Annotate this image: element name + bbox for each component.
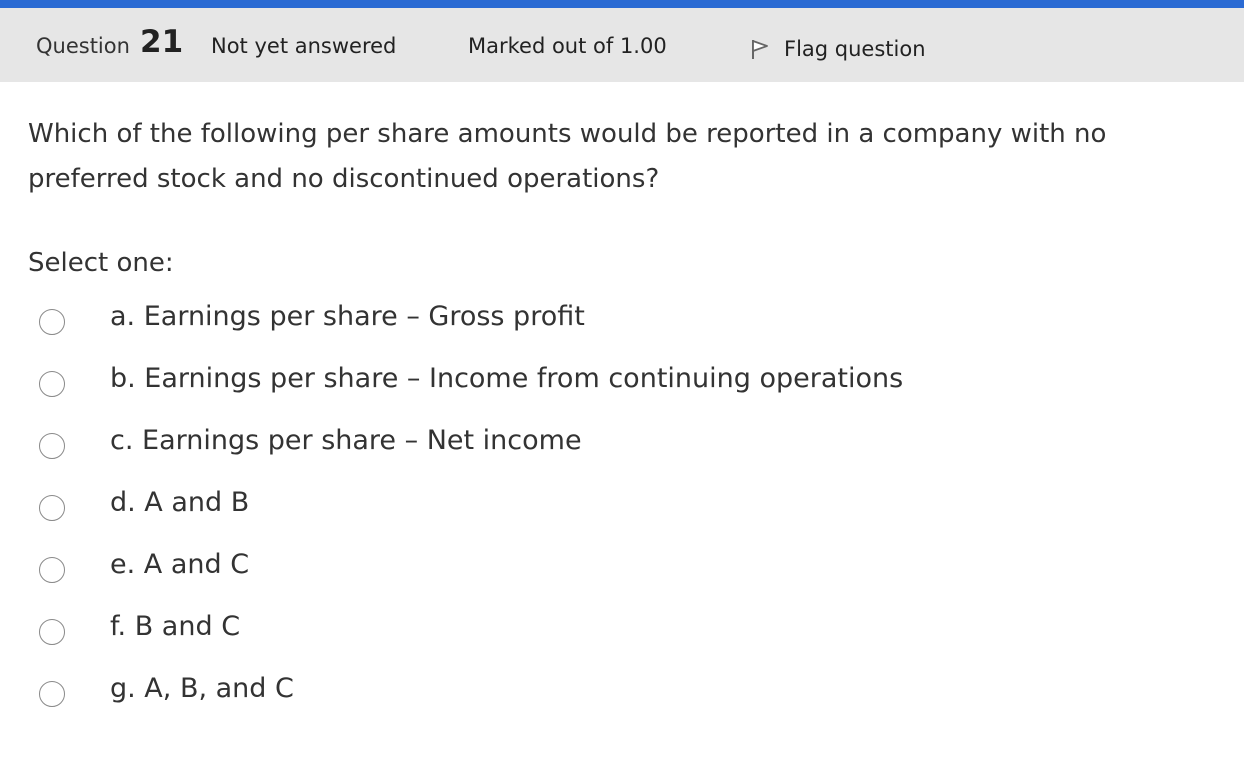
question-label: Question bbox=[36, 34, 130, 58]
answer-option-label[interactable]: b. Earnings per share – Income from cont… bbox=[110, 363, 903, 394]
answer-option-d[interactable]: d. A and B bbox=[0, 480, 1244, 542]
select-one-prompt: Select one: bbox=[28, 248, 174, 278]
answer-option-e[interactable]: e. A and C bbox=[0, 542, 1244, 604]
radio-button[interactable] bbox=[39, 371, 65, 397]
question-state: Not yet answered bbox=[211, 34, 397, 58]
question-number: 21 bbox=[140, 24, 184, 60]
answer-option-g[interactable]: g. A, B, and C bbox=[0, 666, 1244, 728]
answer-option-c[interactable]: c. Earnings per share – Net income bbox=[0, 418, 1244, 480]
answer-option-label[interactable]: g. A, B, and C bbox=[110, 673, 294, 704]
answer-option-label[interactable]: c. Earnings per share – Net income bbox=[110, 425, 582, 456]
question-text: Which of the following per share amounts… bbox=[28, 119, 1107, 194]
radio-button[interactable] bbox=[39, 495, 65, 521]
answer-list: a. Earnings per share – Gross profit b. … bbox=[0, 294, 1244, 728]
radio-button[interactable] bbox=[39, 433, 65, 459]
question-info-bar: Question 21 Not yet answered Marked out … bbox=[0, 8, 1244, 82]
radio-button[interactable] bbox=[39, 681, 65, 707]
answer-option-b[interactable]: b. Earnings per share – Income from cont… bbox=[0, 356, 1244, 418]
question-grade: Marked out of 1.00 bbox=[468, 34, 667, 58]
flag-question-label: Flag question bbox=[784, 37, 926, 61]
answer-option-label[interactable]: e. A and C bbox=[110, 549, 249, 580]
answer-option-label[interactable]: d. A and B bbox=[110, 487, 249, 518]
flag-question-button[interactable]: Flag question bbox=[748, 32, 926, 66]
radio-button[interactable] bbox=[39, 619, 65, 645]
answer-option-a[interactable]: a. Earnings per share – Gross profit bbox=[0, 294, 1244, 356]
flag-icon bbox=[748, 37, 772, 61]
top-accent-bar bbox=[0, 0, 1244, 8]
radio-button[interactable] bbox=[39, 309, 65, 335]
answer-option-label[interactable]: a. Earnings per share – Gross profit bbox=[110, 301, 585, 332]
radio-button[interactable] bbox=[39, 557, 65, 583]
answer-option-f[interactable]: f. B and C bbox=[0, 604, 1244, 666]
answer-option-label[interactable]: f. B and C bbox=[110, 611, 240, 642]
